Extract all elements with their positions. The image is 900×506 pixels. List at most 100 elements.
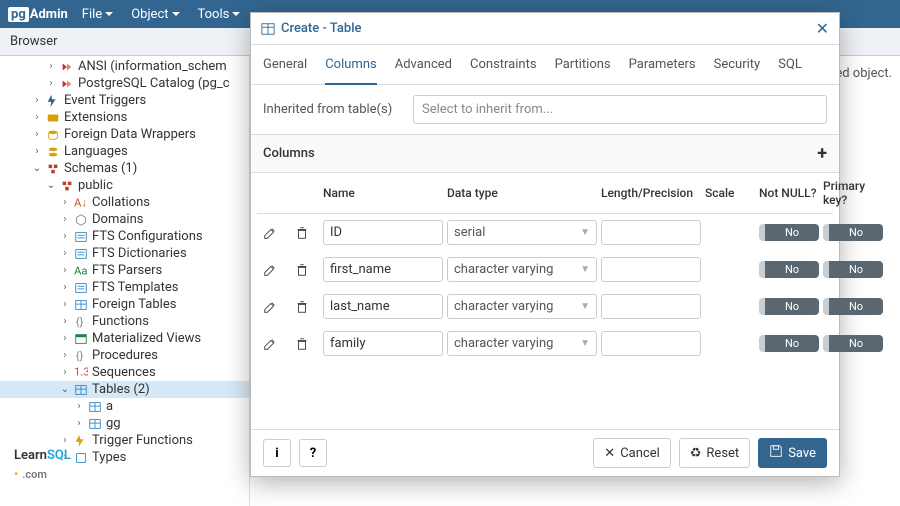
primary-key-toggle[interactable]: No (823, 224, 883, 241)
menu-file[interactable]: File (82, 7, 113, 22)
edit-row-button[interactable] (259, 222, 281, 244)
tab-columns[interactable]: Columns (325, 51, 377, 85)
chevron-icon[interactable]: › (32, 95, 42, 106)
tree-node[interactable]: ›AaFTS Parsers (0, 262, 249, 279)
column-name-input[interactable] (323, 294, 443, 319)
chevron-icon[interactable]: › (32, 112, 42, 123)
column-name-input[interactable] (323, 220, 443, 245)
tree-node[interactable]: › Domains (0, 211, 249, 228)
tree-node[interactable]: ›Extensions (0, 109, 249, 126)
tree-node[interactable]: ›a (0, 398, 249, 415)
chevron-icon[interactable]: › (60, 282, 70, 293)
not-null-toggle[interactable]: No (759, 224, 819, 241)
primary-key-toggle[interactable]: No (823, 335, 883, 352)
menu-tools[interactable]: Tools (198, 7, 241, 22)
delete-row-button[interactable] (291, 296, 313, 318)
tree-node[interactable]: ⌄Tables (2) (0, 381, 249, 398)
inherit-select[interactable]: Select to inherit from... (413, 95, 827, 124)
column-type-select[interactable]: character varying▼ (447, 257, 597, 282)
tree-node[interactable]: ›FTS Dictionaries (0, 245, 249, 262)
tab-security[interactable]: Security (714, 51, 761, 78)
reset-button[interactable]: ♻Reset (679, 438, 750, 468)
caret-down-icon: ▼ (580, 264, 590, 275)
chevron-icon[interactable]: › (60, 316, 70, 327)
tree-node[interactable]: ›{}Procedures (0, 347, 249, 364)
tree-label: Domains (92, 212, 143, 227)
column-type-select[interactable]: serial▼ (447, 220, 597, 245)
tab-parameters[interactable]: Parameters (629, 51, 696, 78)
chevron-icon[interactable]: ⌄ (46, 180, 56, 191)
delete-row-button[interactable] (291, 333, 313, 355)
primary-key-toggle[interactable]: No (823, 298, 883, 315)
chevron-icon[interactable]: › (46, 61, 56, 72)
tab-advanced[interactable]: Advanced (395, 51, 452, 78)
tree-node[interactable]: ›FTS Templates (0, 279, 249, 296)
tree-node[interactable]: ›1.3Sequences (0, 364, 249, 381)
column-length-input[interactable] (601, 220, 701, 245)
menu-object[interactable]: Object (131, 7, 179, 22)
delete-row-button[interactable] (291, 259, 313, 281)
chevron-icon[interactable]: ⌄ (60, 384, 70, 395)
tree-node[interactable]: ›Foreign Data Wrappers (0, 126, 249, 143)
tree-node[interactable]: ›FTS Configurations (0, 228, 249, 245)
close-icon[interactable]: ✕ (816, 19, 829, 38)
tree-node[interactable]: ⌄public (0, 177, 249, 194)
tree-node[interactable]: ›Languages (0, 143, 249, 160)
primary-key-toggle[interactable]: No (823, 261, 883, 278)
chevron-icon[interactable]: › (60, 248, 70, 259)
fn-icon: {} (74, 349, 88, 363)
chevron-icon[interactable]: › (74, 418, 84, 429)
tree-node[interactable]: ⌄Schemas (1) (0, 160, 249, 177)
column-length-input[interactable] (601, 257, 701, 282)
chevron-icon[interactable]: › (60, 231, 70, 242)
tree-node[interactable]: ›Event Triggers (0, 92, 249, 109)
column-type-select[interactable]: character varying▼ (447, 331, 597, 356)
tree-label: Materialized Views (92, 331, 201, 346)
chevron-icon[interactable]: › (60, 350, 70, 361)
edit-row-button[interactable] (259, 296, 281, 318)
tab-sql[interactable]: SQL (778, 51, 802, 78)
tree-label: Trigger Functions (92, 433, 193, 448)
column-length-input[interactable] (601, 331, 701, 356)
tree-node[interactable]: ›ANSI (information_schem (0, 58, 249, 75)
tree-node[interactable]: ›A↓Collations (0, 194, 249, 211)
tab-general[interactable]: General (263, 51, 307, 78)
help-button[interactable]: ? (299, 439, 327, 467)
cancel-button[interactable]: ✕Cancel (593, 438, 670, 468)
chevron-icon[interactable]: › (60, 265, 70, 276)
tree-node[interactable]: ›gg (0, 415, 249, 432)
chevron-icon[interactable]: › (46, 78, 56, 89)
chevron-icon[interactable]: › (32, 146, 42, 157)
chevron-icon[interactable]: › (74, 401, 84, 412)
not-null-toggle[interactable]: No (759, 298, 819, 315)
tree-node[interactable]: › Materialized Views (0, 330, 249, 347)
add-column-button[interactable]: + (817, 143, 827, 164)
chevron-icon[interactable]: › (60, 299, 70, 310)
info-button[interactable]: i (263, 439, 291, 467)
delete-row-button[interactable] (291, 222, 313, 244)
chevron-icon[interactable]: ⌄ (32, 163, 42, 174)
chevron-icon[interactable]: › (32, 129, 42, 140)
wrap-icon (46, 128, 60, 142)
chevron-icon[interactable]: › (60, 214, 70, 225)
save-button[interactable]: Save (758, 438, 827, 468)
column-name-input[interactable] (323, 257, 443, 282)
edit-row-button[interactable] (259, 259, 281, 281)
column-type-select[interactable]: character varying▼ (447, 294, 597, 319)
not-null-toggle[interactable]: No (759, 261, 819, 278)
tree-node[interactable]: ›PostgreSQL Catalog (pg_c (0, 75, 249, 92)
tree-node[interactable]: ›{}Functions (0, 313, 249, 330)
tree-node[interactable]: ›Foreign Tables (0, 296, 249, 313)
column-row: character varying▼NoNo (257, 288, 833, 325)
tree-label: Collations (92, 195, 150, 210)
column-length-input[interactable] (601, 294, 701, 319)
chevron-icon[interactable]: › (60, 197, 70, 208)
chevron-icon[interactable]: › (60, 333, 70, 344)
tab-constraints[interactable]: Constraints (470, 51, 537, 78)
not-null-toggle[interactable]: No (759, 335, 819, 352)
tab-partitions[interactable]: Partitions (555, 51, 611, 78)
chevron-icon[interactable]: › (60, 367, 70, 378)
edit-row-button[interactable] (259, 333, 281, 355)
object-tree[interactable]: ›ANSI (information_schem›PostgreSQL Cata… (0, 56, 250, 506)
column-name-input[interactable] (323, 331, 443, 356)
